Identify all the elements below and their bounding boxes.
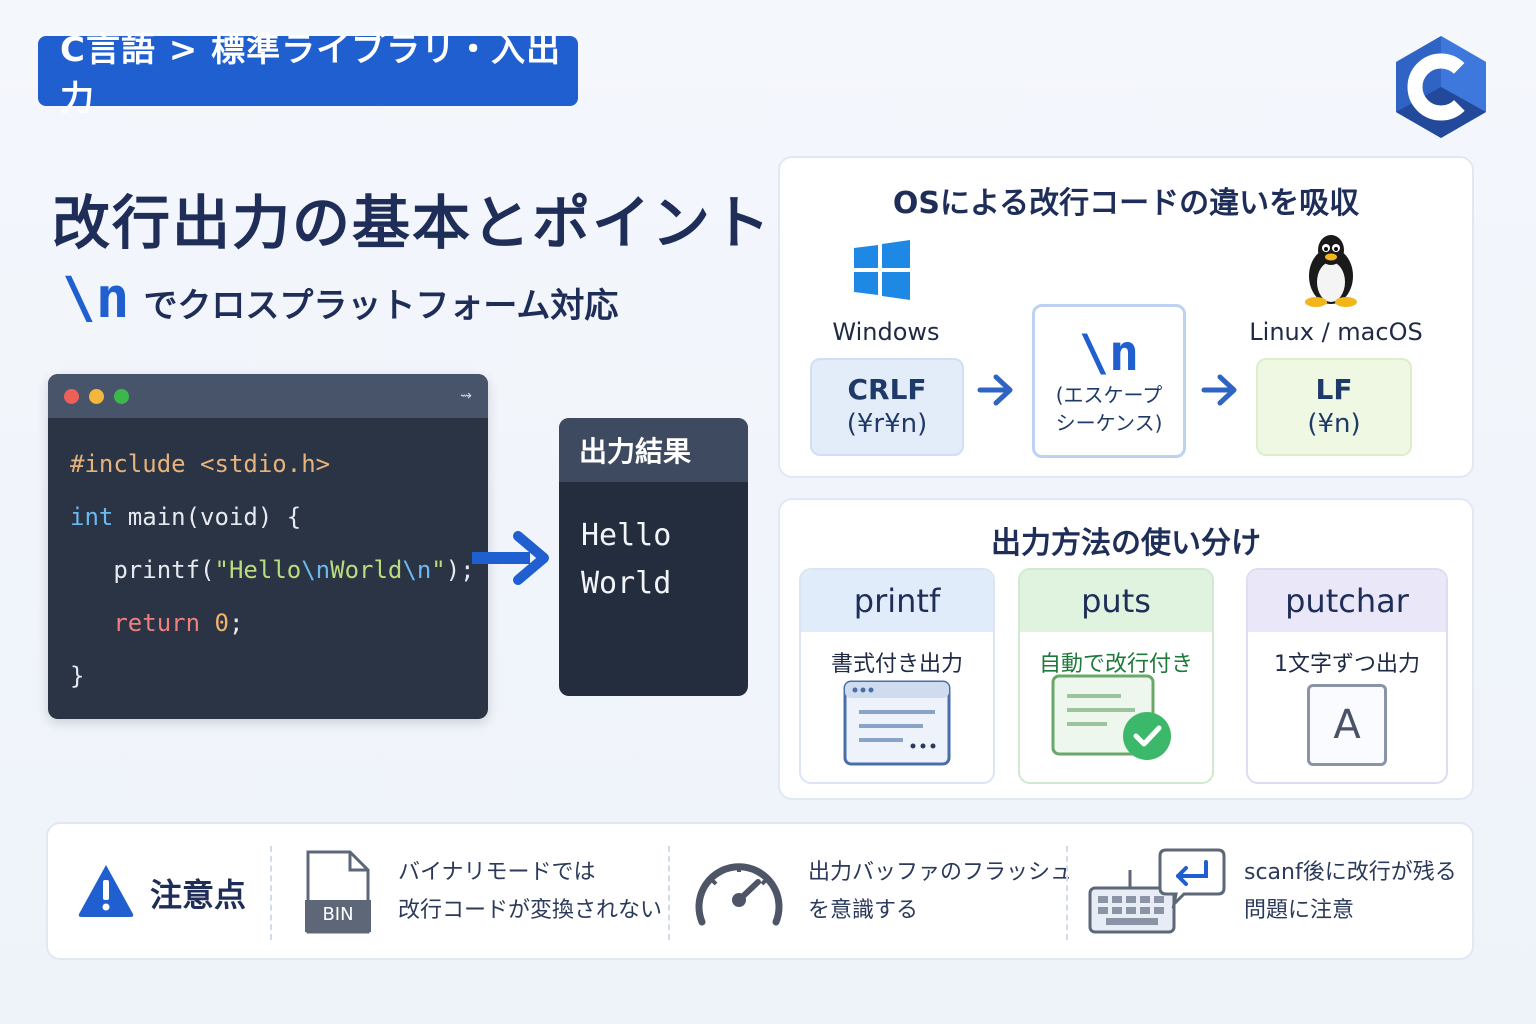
breadcrumb[interactable]: C言語 > 標準ライブラリ・入出力 [38,30,578,119]
subtitle-escape: \n [62,266,130,331]
note-divider [1066,846,1068,940]
code-editor-window: ⇝ #include <stdio.h> int main(void) { pr… [48,374,488,719]
note-divider [668,846,670,940]
escape-line2: シーケンス) [1055,411,1163,435]
output-body: Hello World [559,482,748,638]
code-text: } [70,662,85,690]
arrow-right-icon [472,531,549,585]
os-newline-panel: OSによる改行コードの違いを吸収 Windows CRLF (¥r¥n) \n … [778,156,1474,478]
code-include: #include <stdio.h> [70,450,331,478]
note-line: バイナリモードでは [398,860,596,885]
code-line: printf("Hello\nWorld\n"); [70,544,474,597]
document-check-icon [1051,674,1171,760]
note-line: 改行コードが変換されない [398,898,663,923]
method-card-puts[interactable]: puts 自動で改行付き [1018,568,1214,784]
note-line: 出力バッファのフラッシュ [808,860,1073,885]
notes-heading: 注意点 [150,876,247,914]
output-window: 出力結果 Hello World [559,418,748,696]
escape-line1: (エスケープ [1055,383,1163,407]
maximize-dot-icon[interactable] [114,388,129,404]
code-titlebar: ⇝ [48,374,488,418]
crlf-box: CRLF (¥r¥n) [810,358,964,456]
code-string: "Hello [214,556,302,584]
code-body: #include <stdio.h> int main(void) { prin… [48,418,488,719]
method-name: printf [801,570,993,632]
code-line: } [70,650,466,703]
c-language-logo-icon [1396,36,1486,138]
lf-code: LF [1315,373,1353,406]
lf-box: LF (¥n) [1256,358,1412,456]
minimize-dot-icon[interactable] [89,388,104,404]
windows-logo-icon [854,240,910,300]
note-divider [270,846,272,940]
arrow-right-icon [1201,374,1237,406]
subtitle-text: でクロスプラットフォーム対応 [143,286,619,326]
note-line: scanf後に改行が残る [1244,860,1457,885]
note-scanf: scanf後に改行が残る 問題に注意 [1244,854,1457,930]
page-title: 改行出力の基本とポイント [52,189,773,257]
escape-sequence-box: \n (エスケープ シーケンス) [1032,304,1186,458]
note-line: を意識する [808,898,919,923]
formatted-window-icon [843,680,951,766]
keyboard-enter-icon [1088,848,1226,934]
method-card-printf[interactable]: printf 書式付き出力 [799,568,995,784]
code-string: World [330,556,403,584]
code-line: int main(void) { [70,491,466,544]
code-text: ; [228,609,244,637]
lf-sequence: (¥n) [1307,409,1361,439]
arrow-right-icon [977,374,1013,406]
method-name: puts [1020,570,1212,632]
bin-label: BIN [322,904,354,925]
code-escape: \n [402,556,432,584]
methods-panel-title: 出力方法の使い分け [991,526,1261,561]
output-line: Hello [581,518,672,553]
output-header: 出力結果 [559,418,748,482]
warning-icon [78,865,134,917]
note-flush: 出力バッファのフラッシュ を意識する [808,854,1072,930]
method-name: putchar [1248,570,1446,632]
code-number: 0 [214,609,229,637]
character-a-icon: A [1307,684,1387,766]
code-line: return 0; [70,597,466,650]
code-text: main(void) { [113,503,302,531]
method-desc: 1文字ずつ出力 [1274,652,1420,677]
method-card-putchar[interactable]: putchar 1文字ずつ出力 A [1246,568,1448,784]
notes-bar: 注意点 BIN バイナリモードでは 改行コードが変換されない 出力バッファのフラ… [46,822,1474,960]
crlf-code: CRLF [847,373,927,406]
speedometer-icon [695,863,783,926]
subtitle: \n でクロスプラットフォーム対応 [62,266,618,331]
code-keyword: int [70,503,114,531]
code-escape: \n [301,556,331,584]
output-line: World [581,566,672,601]
code-string: " [431,556,446,584]
code-line: #include <stdio.h> [70,438,466,491]
code-keyword: return [113,609,201,637]
escape-big: \n [1078,324,1140,382]
pin-icon: ⇝ [460,388,472,404]
code-text: printf( [113,556,215,584]
note-line: 問題に注意 [1244,898,1355,923]
crlf-sequence: (¥r¥n) [846,409,928,439]
windows-label: Windows [832,318,940,346]
unix-label: Linux / macOS [1249,318,1423,346]
linux-penguin-icon [1305,235,1357,307]
os-panel-title: OSによる改行コードの違いを吸収 [892,186,1360,221]
close-dot-icon[interactable] [64,388,79,404]
method-desc: 書式付き出力 [830,652,963,677]
note-binary: バイナリモードでは 改行コードが変換されない [398,854,662,930]
code-text: ); [445,556,475,584]
